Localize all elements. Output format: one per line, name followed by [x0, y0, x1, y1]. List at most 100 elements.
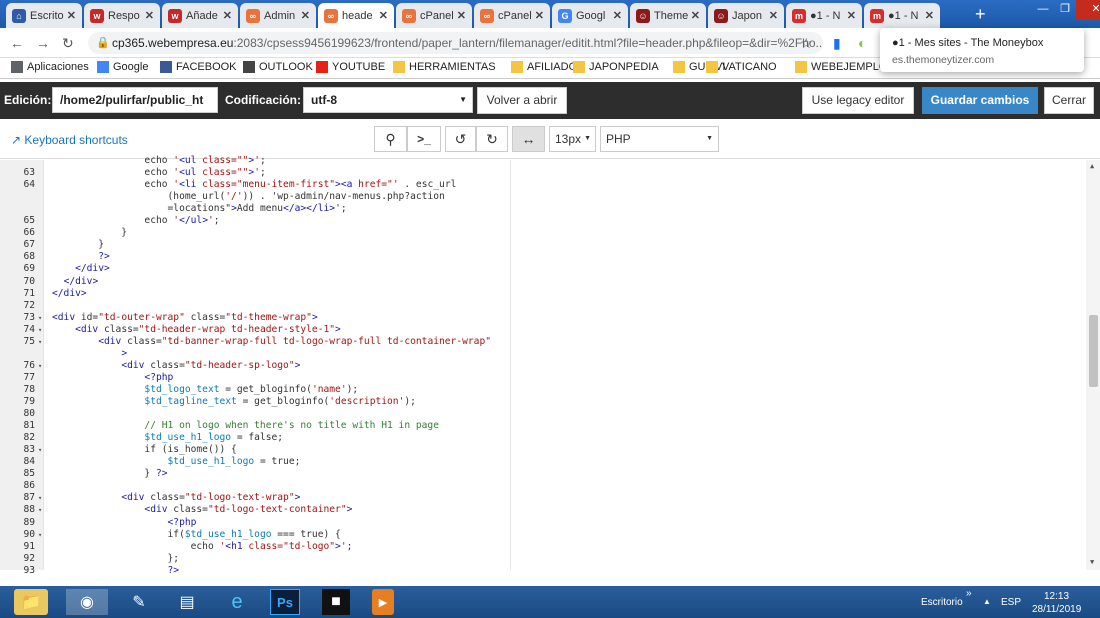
- desktop-label[interactable]: Escritorio: [921, 597, 963, 608]
- code-line[interactable]: }: [52, 239, 104, 250]
- extension-icon[interactable]: ◐: [858, 35, 866, 51]
- code-line[interactable]: </div>: [52, 288, 87, 299]
- notes-icon[interactable]: ▤: [168, 589, 206, 615]
- video-editor-icon[interactable]: ■: [322, 589, 350, 615]
- tab-close-icon[interactable]: ✕: [301, 9, 310, 22]
- code-line[interactable]: <div class="td-logo-text-wrap">: [52, 492, 300, 503]
- code-line[interactable]: $td_tagline_text = get_bloginfo('descrip…: [52, 396, 416, 407]
- encoding-select[interactable]: utf-8 ▼: [303, 87, 473, 113]
- code-line[interactable]: <div class="td-header-sp-logo">: [52, 360, 300, 371]
- language-indicator[interactable]: ESP: [1001, 597, 1021, 608]
- tab-close-icon[interactable]: ✕: [925, 9, 934, 22]
- code-line[interactable]: <div class="td-banner-wrap-full td-logo-…: [52, 336, 491, 347]
- internet-explorer-icon[interactable]: e: [218, 589, 256, 615]
- reload-icon[interactable]: ↻: [62, 35, 74, 52]
- tab-close-icon[interactable]: ✕: [535, 9, 544, 22]
- goto-line-icon[interactable]: >_: [407, 126, 441, 152]
- code-line[interactable]: $td_use_h1_logo = true;: [52, 456, 301, 467]
- fold-toggle-icon[interactable]: ▾: [38, 326, 42, 334]
- redo-icon[interactable]: ↻: [476, 126, 508, 152]
- bookmark-item[interactable]: JAPONPEDIA: [573, 61, 659, 73]
- tab-close-icon[interactable]: ✕: [223, 9, 232, 22]
- scroll-up-icon[interactable]: ▲: [1090, 162, 1094, 170]
- browser-tab[interactable]: w Respo ✕: [84, 3, 160, 28]
- code-line[interactable]: };: [52, 553, 180, 564]
- code-area[interactable]: echo '<ul class="">'; echo '<ul class=""…: [52, 155, 512, 576]
- code-line[interactable]: <div class="td-header-wrap td-header-sty…: [52, 324, 341, 335]
- tab-close-icon[interactable]: ✕: [67, 9, 76, 22]
- forward-icon[interactable]: →: [36, 35, 50, 51]
- maximize-icon[interactable]: ❐: [1054, 0, 1076, 20]
- fold-toggle-icon[interactable]: ▾: [38, 531, 42, 539]
- fold-toggle-icon[interactable]: ▾: [38, 314, 42, 322]
- code-line[interactable]: (home_url('/')) . 'wp-admin/nav-menus.ph…: [52, 191, 445, 202]
- close-button[interactable]: Cerrar: [1044, 87, 1094, 114]
- close-window-icon[interactable]: ✕: [1076, 0, 1100, 20]
- browser-tab[interactable]: ∞ Admin ✕: [240, 3, 316, 28]
- scroll-down-icon[interactable]: ▼: [1090, 558, 1094, 566]
- fold-toggle-icon[interactable]: ▾: [38, 494, 42, 502]
- bookmark-item[interactable]: WEBEJEMPLO: [795, 61, 887, 73]
- back-icon[interactable]: ←: [10, 35, 24, 51]
- browser-tab[interactable]: m ●1 - N ✕: [786, 3, 862, 28]
- chrome-icon[interactable]: ◉: [66, 589, 108, 615]
- tab-close-icon[interactable]: ✕: [691, 9, 700, 22]
- code-line[interactable]: } ?>: [52, 468, 167, 479]
- code-line[interactable]: ?>: [52, 251, 110, 262]
- bookmark-item[interactable]: OUTLOOK: [243, 61, 313, 73]
- photoshop-icon[interactable]: Ps: [270, 589, 300, 615]
- browser-tab[interactable]: ∞ cPanel ✕: [474, 3, 550, 28]
- code-line[interactable]: >: [52, 348, 127, 359]
- code-line[interactable]: echo '<ul class="">';: [52, 155, 265, 166]
- file-path-field[interactable]: /home2/pulirfar/public_ht: [52, 87, 218, 113]
- code-line[interactable]: if (is_home()) {: [52, 444, 236, 455]
- paint-icon[interactable]: ✎: [120, 589, 158, 615]
- code-line[interactable]: <?php: [52, 517, 197, 528]
- bookmark-item[interactable]: VATICANO: [706, 61, 777, 73]
- code-line[interactable]: <?php: [52, 372, 173, 383]
- reopen-button[interactable]: Volver a abrir: [477, 87, 567, 114]
- code-line[interactable]: </div>: [52, 263, 110, 274]
- code-line[interactable]: <div id="td-outer-wrap" class="td-theme-…: [52, 312, 318, 323]
- star-icon[interactable]: ☆: [800, 35, 813, 52]
- new-tab-button[interactable]: +: [975, 4, 986, 25]
- code-editor[interactable]: 63 64 65 66 67 68 69 70 71 72 73 ▾ 74 ▾ 75 ▾ 76 ▾ 77 78 79 80…: [0, 155, 1100, 576]
- undo-icon[interactable]: ↺: [445, 126, 476, 152]
- browser-tab[interactable]: ☺ Japon ✕: [708, 3, 784, 28]
- chevron-up-icon[interactable]: ▲: [983, 597, 991, 606]
- tab-close-icon[interactable]: ✕: [457, 9, 466, 22]
- code-line[interactable]: // H1 on logo when there's no title with…: [52, 420, 439, 431]
- language-select[interactable]: PHP ▼: [600, 126, 719, 152]
- bookmark-item[interactable]: YOUTUBE: [316, 61, 385, 73]
- vertical-scrollbar[interactable]: ▲ ▼: [1086, 160, 1100, 570]
- code-line[interactable]: if($td_use_h1_logo === true) {: [52, 529, 341, 540]
- save-changes-button[interactable]: Guardar cambios: [922, 87, 1038, 114]
- bookmark-item[interactable]: Aplicaciones: [11, 61, 89, 73]
- code-line[interactable]: $td_logo_text = get_bloginfo('name');: [52, 384, 358, 395]
- search-icon[interactable]: ⚲: [374, 126, 407, 152]
- code-line[interactable]: }: [52, 227, 127, 238]
- url-bar[interactable]: 🔒 cp365.webempresa.eu:2083/cpsess9456199…: [88, 32, 823, 54]
- browser-tab[interactable]: G Googl ✕: [552, 3, 628, 28]
- fold-toggle-icon[interactable]: ▾: [38, 446, 42, 454]
- code-line[interactable]: echo '<ul class="">';: [52, 167, 265, 178]
- code-line[interactable]: ?>: [52, 565, 180, 576]
- wrap-toggle-icon[interactable]: ↔: [512, 126, 545, 152]
- fold-toggle-icon[interactable]: ▾: [38, 362, 42, 370]
- browser-tab[interactable]: w Añade ✕: [162, 3, 238, 28]
- code-line[interactable]: =locations">Add menu</a></li>';: [52, 203, 347, 214]
- browser-tab[interactable]: ∞ heade ✕: [318, 3, 394, 28]
- tab-close-icon[interactable]: ✕: [769, 9, 778, 22]
- tab-close-icon[interactable]: ✕: [379, 9, 388, 22]
- extension-trash-icon[interactable]: ▮: [833, 35, 841, 52]
- chevron-right-icon[interactable]: »: [966, 588, 972, 599]
- notification-popup[interactable]: ●1 - Mes sites - The Moneybox es.themone…: [880, 28, 1084, 72]
- code-line[interactable]: </div>: [52, 276, 99, 287]
- scrollbar-thumb[interactable]: [1089, 315, 1098, 387]
- browser-tab[interactable]: m ●1 - N ✕: [864, 3, 940, 28]
- media-player-icon[interactable]: ▶: [372, 589, 394, 615]
- fold-toggle-icon[interactable]: ▾: [38, 506, 42, 514]
- bookmark-item[interactable]: FACEBOOK: [160, 61, 237, 73]
- browser-tab[interactable]: ☺ Theme ✕: [630, 3, 706, 28]
- code-line[interactable]: echo '</ul>';: [52, 215, 219, 226]
